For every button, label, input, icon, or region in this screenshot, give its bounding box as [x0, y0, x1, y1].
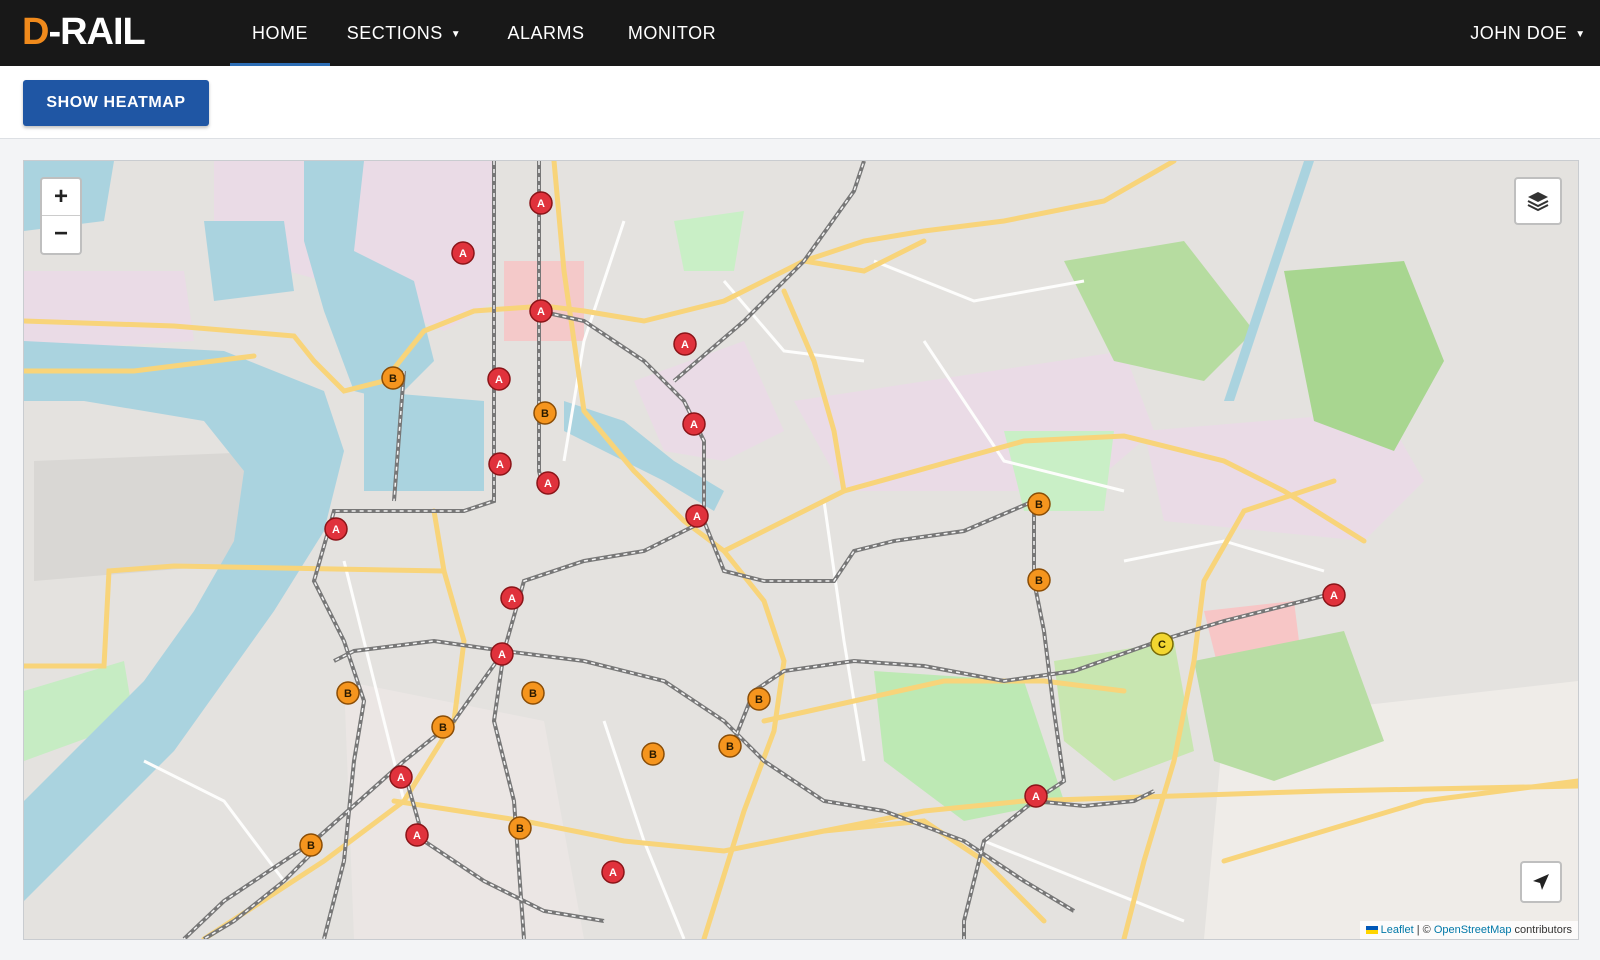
marker-c[interactable]: C [1150, 632, 1174, 656]
locate-arrow-icon [1533, 874, 1549, 890]
nav-alarms[interactable]: ALARMS [498, 0, 594, 66]
svg-text:A: A [544, 478, 552, 490]
openstreetmap-link[interactable]: OpenStreetMap [1434, 924, 1512, 936]
svg-text:A: A [537, 306, 545, 318]
svg-text:A: A [495, 374, 503, 386]
dock-basin [364, 391, 484, 491]
layers-button[interactable] [1514, 177, 1562, 225]
svg-text:A: A [397, 772, 405, 784]
park-area [674, 211, 744, 271]
marker-a[interactable]: A [682, 412, 706, 436]
marker-a[interactable]: A [1322, 583, 1346, 607]
marker-a[interactable]: A [488, 452, 512, 476]
svg-text:C: C [1158, 639, 1166, 651]
svg-text:B: B [1035, 575, 1043, 587]
marker-a[interactable]: A [673, 332, 697, 356]
nav-monitor[interactable]: MONITOR [620, 0, 724, 66]
marker-b[interactable]: B [641, 742, 665, 766]
svg-text:B: B [307, 840, 315, 852]
marker-a[interactable]: A [536, 471, 560, 495]
marker-b[interactable]: B [336, 681, 360, 705]
locate-button[interactable] [1520, 861, 1562, 903]
svg-text:B: B [344, 688, 352, 700]
toolbar: SHOW HEATMAP [0, 66, 1600, 139]
marker-a[interactable]: A [529, 299, 553, 323]
nav-sections[interactable]: SECTIONS ▼ [342, 0, 466, 66]
marker-a[interactable]: A [405, 823, 429, 847]
marker-b[interactable]: B [533, 401, 557, 425]
dock-basin [204, 221, 294, 301]
svg-text:A: A [1330, 590, 1338, 602]
svg-text:A: A [498, 649, 506, 661]
svg-text:B: B [439, 722, 447, 734]
marker-b[interactable]: B [508, 816, 532, 840]
svg-text:A: A [693, 511, 701, 523]
zoom-out-button[interactable]: − [42, 216, 80, 252]
marker-b[interactable]: B [381, 366, 405, 390]
svg-text:A: A [609, 867, 617, 879]
zoom-in-button[interactable]: + [42, 179, 80, 216]
layers-icon [1527, 192, 1549, 212]
svg-text:A: A [508, 593, 516, 605]
top-navbar: D-RAIL HOME SECTIONS ▼ ALARMS MONITOR JOH… [0, 0, 1600, 66]
svg-text:B: B [389, 373, 397, 385]
marker-b[interactable]: B [718, 734, 742, 758]
svg-text:B: B [1035, 499, 1043, 511]
map-canvas[interactable]: A A A A A B B A A A A A B B A A C A B B … [24, 161, 1578, 939]
zoom-control: + − [40, 177, 82, 255]
marker-a[interactable]: A [685, 504, 709, 528]
marker-a[interactable]: A [490, 642, 514, 666]
map-view[interactable]: A A A A A B B A A A A A B B A A C A B B … [23, 160, 1579, 940]
chevron-down-icon: ▼ [450, 29, 462, 40]
marker-a[interactable]: A [1024, 784, 1048, 808]
svg-text:B: B [649, 749, 657, 761]
marker-a[interactable]: A [601, 860, 625, 884]
marker-b[interactable]: B [299, 833, 323, 857]
marker-b[interactable]: B [1027, 492, 1051, 516]
svg-text:B: B [516, 823, 524, 835]
marker-b[interactable]: B [747, 687, 771, 711]
app-logo[interactable]: D-RAIL [22, 13, 146, 51]
chevron-down-icon: ▼ [1575, 29, 1586, 40]
marker-a[interactable]: A [324, 517, 348, 541]
svg-text:A: A [690, 419, 698, 431]
svg-text:B: B [529, 688, 537, 700]
marker-a[interactable]: A [389, 765, 413, 789]
marker-b[interactable]: B [1027, 568, 1051, 592]
svg-text:A: A [459, 248, 467, 260]
svg-text:A: A [1032, 791, 1040, 803]
svg-text:A: A [537, 198, 545, 210]
nav-home[interactable]: HOME [230, 0, 330, 66]
marker-a[interactable]: A [487, 367, 511, 391]
ukraine-flag-icon [1365, 926, 1378, 934]
user-menu[interactable]: JOHN DOE ▼ [1466, 0, 1590, 66]
map-attribution: Leaflet | © OpenStreetMap contributors [1359, 921, 1578, 939]
leaflet-link[interactable]: Leaflet [1381, 924, 1414, 936]
show-heatmap-button[interactable]: SHOW HEATMAP [23, 80, 209, 126]
svg-text:A: A [332, 524, 340, 536]
marker-b[interactable]: B [431, 715, 455, 739]
svg-text:B: B [726, 741, 734, 753]
marker-b[interactable]: B [521, 681, 545, 705]
marker-a[interactable]: A [451, 241, 475, 265]
industrial-area [24, 271, 194, 351]
svg-text:A: A [681, 339, 689, 351]
svg-text:B: B [541, 408, 549, 420]
svg-text:A: A [496, 459, 504, 471]
marker-a[interactable]: A [500, 586, 524, 610]
svg-text:B: B [755, 694, 763, 706]
marker-a[interactable]: A [529, 191, 553, 215]
svg-text:A: A [413, 830, 421, 842]
